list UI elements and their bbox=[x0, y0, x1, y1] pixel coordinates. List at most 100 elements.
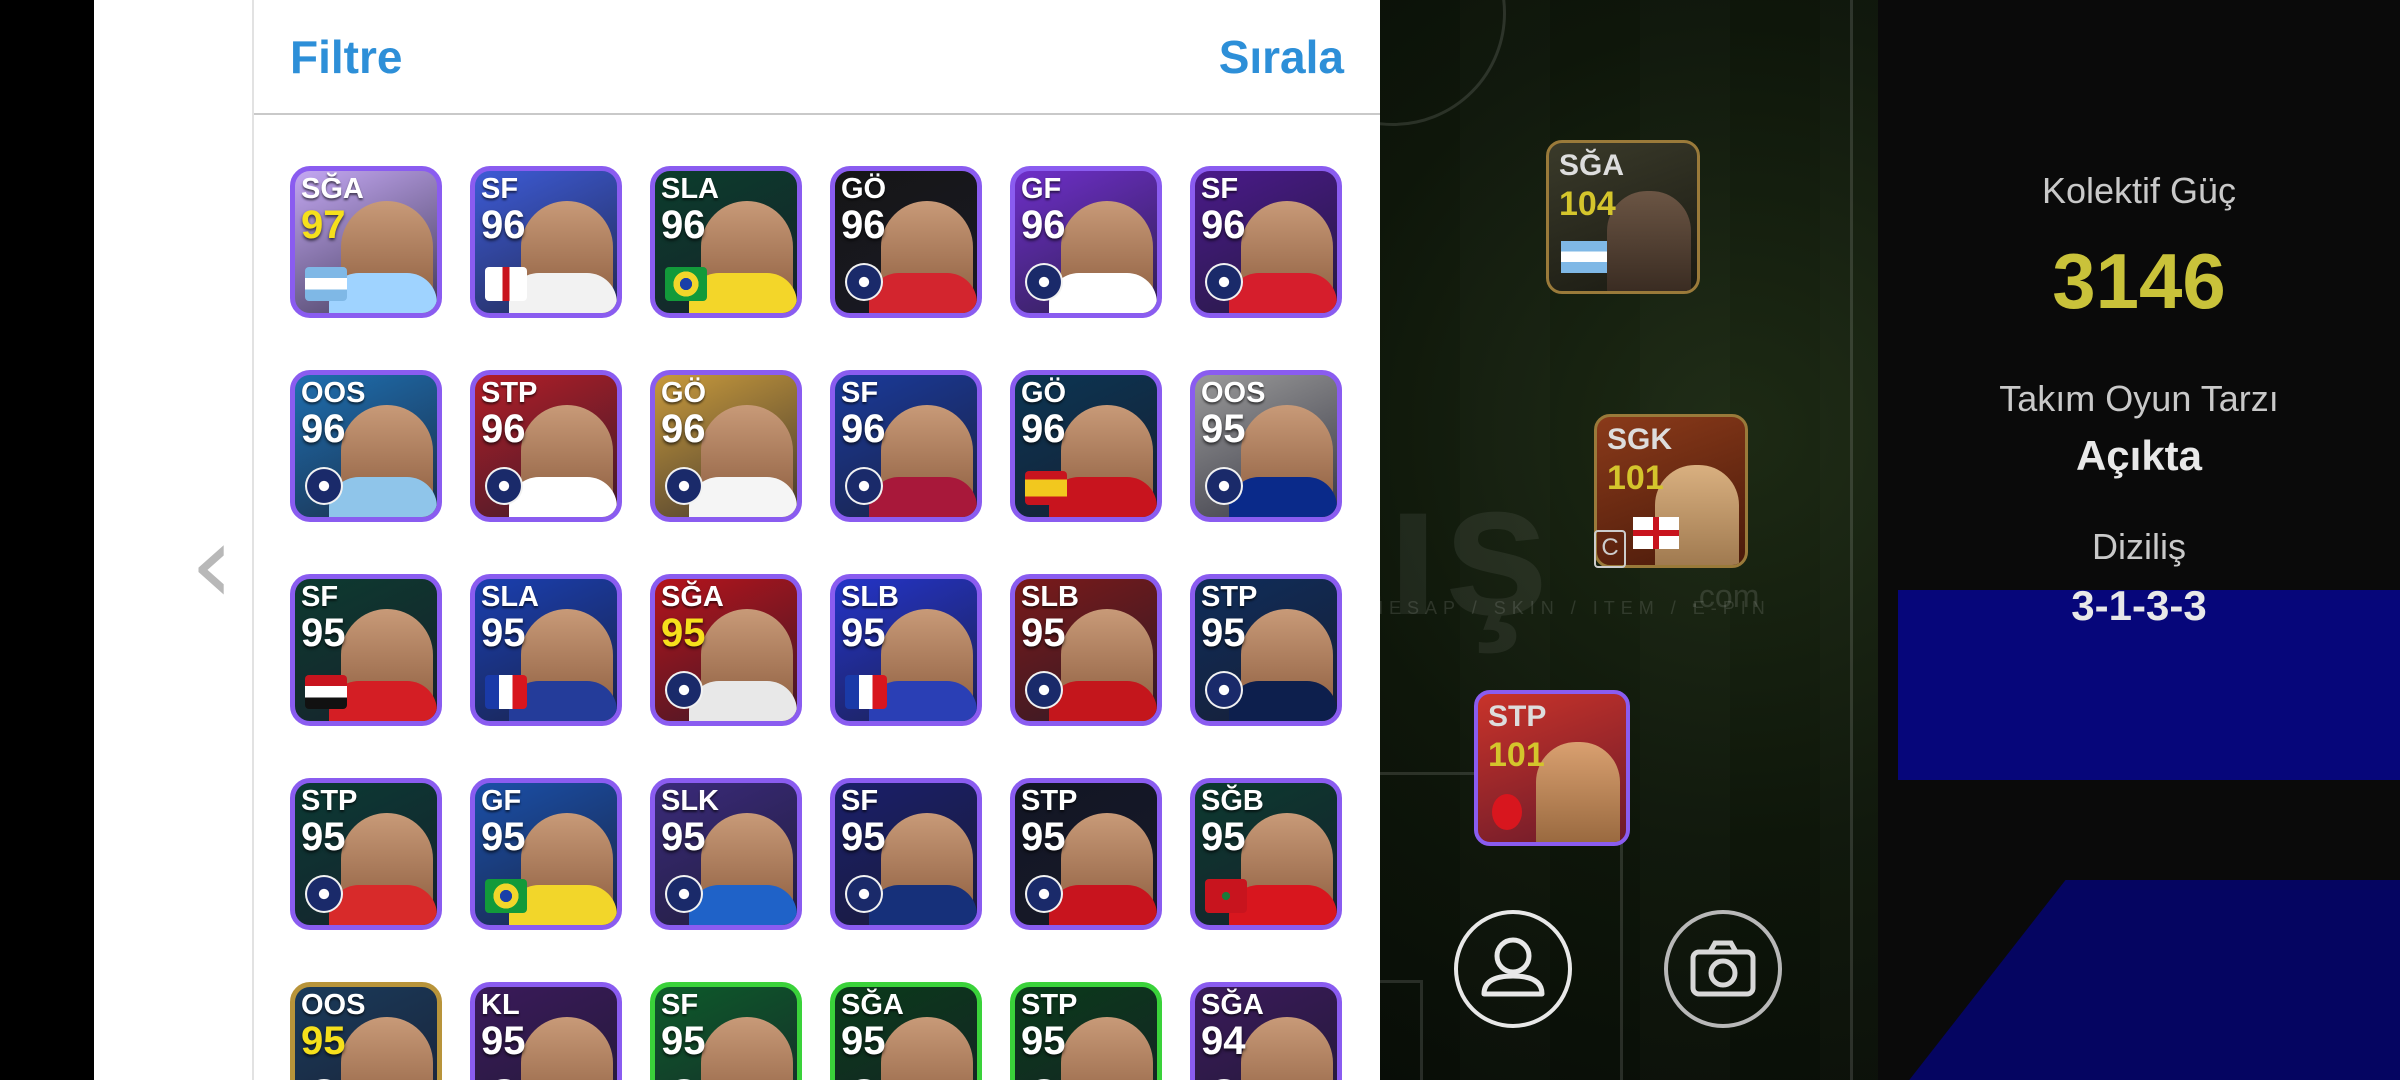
field-card[interactable]: STP 101 bbox=[1474, 690, 1630, 846]
card-rating: 95 bbox=[661, 611, 706, 655]
card-position: SLB bbox=[841, 581, 899, 613]
player-card[interactable]: SLB 95 bbox=[1010, 574, 1162, 726]
card-position: STP bbox=[481, 377, 538, 409]
flag-egypt-icon bbox=[305, 675, 347, 709]
player-card[interactable]: GÖ 96 bbox=[830, 166, 982, 318]
card-position: SLA bbox=[481, 581, 539, 613]
camera-button[interactable] bbox=[1664, 910, 1782, 1028]
club-crest-icon bbox=[665, 875, 703, 913]
card-position: SLA bbox=[661, 173, 719, 205]
player-card[interactable]: SĞA 97 bbox=[290, 166, 442, 318]
card-position: SĞA bbox=[1201, 989, 1264, 1021]
flag-spain-icon bbox=[1025, 471, 1067, 505]
card-position: SF bbox=[481, 173, 519, 205]
player-card[interactable]: KL 95 bbox=[470, 982, 622, 1080]
chevron-left-icon[interactable]: ‹ bbox=[190, 500, 234, 628]
sort-button[interactable]: Sırala bbox=[1219, 30, 1344, 84]
player-card[interactable]: STP 95 bbox=[1010, 778, 1162, 930]
player-card[interactable]: GF 95 bbox=[470, 778, 622, 930]
card-rating: 95 bbox=[301, 1019, 346, 1063]
flag-brazil-icon bbox=[665, 267, 707, 301]
card-position: OOS bbox=[301, 989, 366, 1021]
card-rating: 96 bbox=[481, 203, 526, 247]
card-position: SĞA bbox=[841, 989, 904, 1021]
player-portrait bbox=[1061, 1017, 1153, 1080]
player-card[interactable]: GÖ 96 bbox=[650, 370, 802, 522]
player-card-grid: SĞA 97 SF 96 SLA 96 GÖ 96 GF 96 SF 96 OOS 96 STP 96 GÖ 96… bbox=[290, 166, 1350, 1080]
player-card[interactable]: SF 95 bbox=[830, 778, 982, 930]
card-rating: 95 bbox=[661, 1019, 706, 1063]
player-card[interactable]: SLB 95 bbox=[830, 574, 982, 726]
club-crest-icon bbox=[1205, 671, 1243, 709]
player-profile-button[interactable] bbox=[1454, 910, 1572, 1028]
player-card[interactable]: SĞB 95 bbox=[1190, 778, 1342, 930]
card-rating: 95 bbox=[1021, 611, 1066, 655]
player-card[interactable]: SF 95 bbox=[290, 574, 442, 726]
card-position: OOS bbox=[301, 377, 366, 409]
player-card[interactable]: SĞA 95 bbox=[830, 982, 982, 1080]
player-jersey bbox=[689, 681, 797, 721]
card-position: STP bbox=[301, 785, 358, 817]
card-position: SF bbox=[661, 989, 699, 1021]
flag-argentina-icon bbox=[305, 267, 347, 301]
card-position: GÖ bbox=[841, 173, 887, 205]
club-crest-icon bbox=[1025, 875, 1063, 913]
camera-icon bbox=[1690, 940, 1756, 997]
player-card[interactable]: SĞA 94 bbox=[1190, 982, 1342, 1080]
card-rating: 96 bbox=[481, 407, 526, 451]
club-crest-icon bbox=[305, 875, 343, 913]
card-rating: 95 bbox=[481, 611, 526, 655]
card-position: STP bbox=[1021, 989, 1078, 1021]
card-rating: 95 bbox=[841, 815, 886, 859]
club-crest-icon bbox=[665, 467, 703, 505]
player-card[interactable]: OOS 95 bbox=[1190, 370, 1342, 522]
field-card-rating: 101 bbox=[1488, 736, 1545, 774]
card-rating: 95 bbox=[301, 611, 346, 655]
player-card[interactable]: SF 96 bbox=[1190, 166, 1342, 318]
flag-england-icon bbox=[485, 267, 527, 301]
captain-icon: C bbox=[1594, 530, 1626, 568]
player-card[interactable]: STP 95 bbox=[290, 778, 442, 930]
card-position: KL bbox=[481, 989, 520, 1021]
formation-label: Diziliş bbox=[2092, 526, 2186, 567]
player-card[interactable]: SĞA 95 bbox=[650, 574, 802, 726]
club-crest-icon bbox=[1025, 263, 1063, 301]
card-position: GÖ bbox=[1021, 377, 1067, 409]
player-card[interactable]: STP 95 bbox=[1010, 982, 1162, 1080]
card-rating: 95 bbox=[841, 1019, 886, 1063]
player-card[interactable]: SF 96 bbox=[470, 166, 622, 318]
player-jersey bbox=[1229, 477, 1337, 517]
card-rating: 96 bbox=[841, 203, 886, 247]
player-selection-panel: Filtre Sırala SĞA 97 SF 96 SLA 96 GÖ 96 GF 96 SF 96… bbox=[252, 0, 1380, 1080]
card-rating: 95 bbox=[661, 815, 706, 859]
card-rating: 95 bbox=[1201, 815, 1246, 859]
field-card-rating: 104 bbox=[1559, 185, 1616, 223]
player-card[interactable]: STP 96 bbox=[470, 370, 622, 522]
card-rating: 96 bbox=[661, 407, 706, 451]
player-card[interactable]: SF 95 bbox=[650, 982, 802, 1080]
player-card[interactable]: SLK 95 bbox=[650, 778, 802, 930]
player-portrait bbox=[881, 1017, 973, 1080]
player-card[interactable]: GF 96 bbox=[1010, 166, 1162, 318]
player-portrait bbox=[521, 1017, 613, 1080]
panel-header: Filtre Sırala bbox=[254, 0, 1380, 115]
player-card[interactable]: OOS 96 bbox=[290, 370, 442, 522]
player-card[interactable]: SLA 95 bbox=[470, 574, 622, 726]
player-card[interactable]: SLA 96 bbox=[650, 166, 802, 318]
player-jersey bbox=[509, 477, 617, 517]
club-crest-icon bbox=[305, 467, 343, 505]
playstyle-label: Takım Oyun Tarzı bbox=[1999, 378, 2279, 419]
person-icon bbox=[1481, 937, 1545, 997]
player-card[interactable]: OOS 95 bbox=[290, 982, 442, 1080]
player-card[interactable]: SF 96 bbox=[830, 370, 982, 522]
field-card-position: SGK bbox=[1607, 423, 1673, 456]
player-card[interactable]: STP 95 bbox=[1190, 574, 1342, 726]
filter-button[interactable]: Filtre bbox=[290, 30, 402, 84]
field-card-position: STP bbox=[1488, 700, 1547, 733]
card-rating: 95 bbox=[1021, 815, 1066, 859]
field-card-rating: 101 bbox=[1607, 459, 1664, 497]
field-card[interactable]: SĞA 104 bbox=[1546, 140, 1700, 294]
player-card[interactable]: GÖ 96 bbox=[1010, 370, 1162, 522]
card-position: SF bbox=[841, 785, 879, 817]
player-portrait bbox=[341, 1017, 433, 1080]
